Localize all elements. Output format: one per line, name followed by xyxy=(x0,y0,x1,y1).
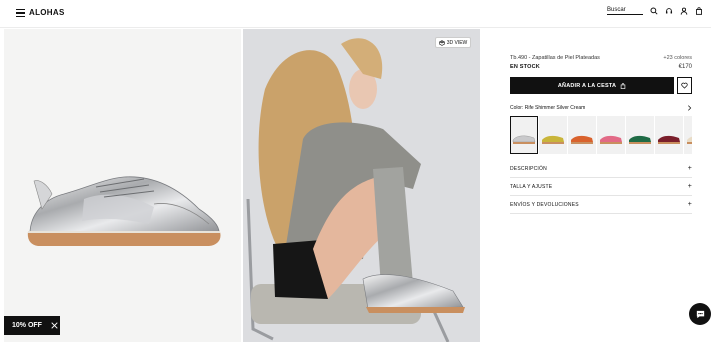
product-info-panel: Tb.490 - Zapatillas de Piel Plateadas +2… xyxy=(510,55,692,214)
bag-icon xyxy=(620,82,626,89)
silver-sneaker-illustration xyxy=(27,176,221,246)
header-actions: Buscar xyxy=(607,7,703,15)
swatch-shoe-icon xyxy=(687,136,692,144)
stock-status: EN STOCK xyxy=(510,64,540,70)
swatch-shoe-icon xyxy=(571,135,593,144)
swatch-shoe-icon xyxy=(658,135,680,144)
search-input[interactable]: Buscar xyxy=(607,7,643,15)
colors-count-link[interactable]: +23 colores xyxy=(663,55,692,61)
accordion-label: DESCRIPCIÓN xyxy=(510,165,547,172)
brand-logo[interactable]: ALOHAS xyxy=(29,8,65,17)
swatch-silver[interactable] xyxy=(510,116,538,154)
discount-badge[interactable]: 10% OFF xyxy=(4,316,60,335)
model-photo-illustration xyxy=(243,29,480,342)
product-details-accordion: DESCRIPCIÓN + TALLA Y AJUSTE + ENVÍOS Y … xyxy=(510,160,692,214)
product-title-row: Tb.490 - Zapatillas de Piel Plateadas +2… xyxy=(510,55,692,61)
discount-label: 10% OFF xyxy=(12,322,42,329)
product-image-sneaker[interactable] xyxy=(4,29,241,342)
add-to-cart-label: AÑADIR A LA CESTA xyxy=(557,82,617,89)
swatch-burgundy[interactable] xyxy=(655,116,683,154)
swatch-yellow[interactable] xyxy=(539,116,567,154)
wishlist-button[interactable] xyxy=(677,77,692,94)
bag-icon[interactable] xyxy=(695,7,703,15)
product-image-model[interactable] xyxy=(243,29,480,342)
swatch-shoe-icon xyxy=(629,135,651,144)
cube-icon xyxy=(439,39,445,46)
plus-icon: + xyxy=(687,201,692,208)
accordion-size-fit[interactable]: TALLA Y AJUSTE + xyxy=(510,178,692,196)
3d-view-label: 3D VIEW xyxy=(446,39,468,46)
swatch-shoe-icon xyxy=(512,135,536,144)
chevron-right-icon[interactable] xyxy=(687,105,692,111)
close-icon[interactable] xyxy=(51,322,58,329)
plus-icon: + xyxy=(687,165,692,172)
product-price: €170 xyxy=(678,64,692,70)
product-name: Tb.490 - Zapatillas de Piel Plateadas xyxy=(510,55,600,61)
headset-icon[interactable] xyxy=(665,7,673,15)
chat-icon xyxy=(696,310,704,318)
stock-price-row: EN STOCK €170 xyxy=(510,64,692,70)
accordion-description[interactable]: DESCRIPCIÓN + xyxy=(510,160,692,178)
plus-icon: + xyxy=(687,183,692,190)
chat-button[interactable] xyxy=(689,303,711,325)
add-to-cart-button[interactable]: AÑADIR A LA CESTA xyxy=(510,77,674,94)
color-selector-row: Color: Rife Shimmer Silver Cream xyxy=(510,105,692,111)
swatch-green[interactable] xyxy=(626,116,654,154)
accordion-label: TALLA Y AJUSTE xyxy=(510,183,553,190)
swatch-cream[interactable] xyxy=(684,116,692,154)
3d-view-button[interactable]: 3D VIEW xyxy=(435,37,471,48)
accordion-shipping-returns[interactable]: ENVÍOS Y DEVOLUCIONES + xyxy=(510,196,692,214)
user-icon[interactable] xyxy=(680,7,688,15)
menu-icon[interactable] xyxy=(16,9,25,18)
heart-icon xyxy=(681,82,688,89)
swatch-orange[interactable] xyxy=(568,116,596,154)
selected-color-label: Color: Rife Shimmer Silver Cream xyxy=(510,105,586,111)
swatch-pink[interactable] xyxy=(597,116,625,154)
swatch-shoe-icon xyxy=(542,135,564,144)
color-swatches xyxy=(510,116,692,154)
search-icon[interactable] xyxy=(650,7,658,15)
site-header: ALOHAS Buscar xyxy=(0,0,711,28)
swatch-shoe-icon xyxy=(600,135,622,144)
cart-actions: AÑADIR A LA CESTA xyxy=(510,77,692,94)
accordion-label: ENVÍOS Y DEVOLUCIONES xyxy=(510,201,579,208)
